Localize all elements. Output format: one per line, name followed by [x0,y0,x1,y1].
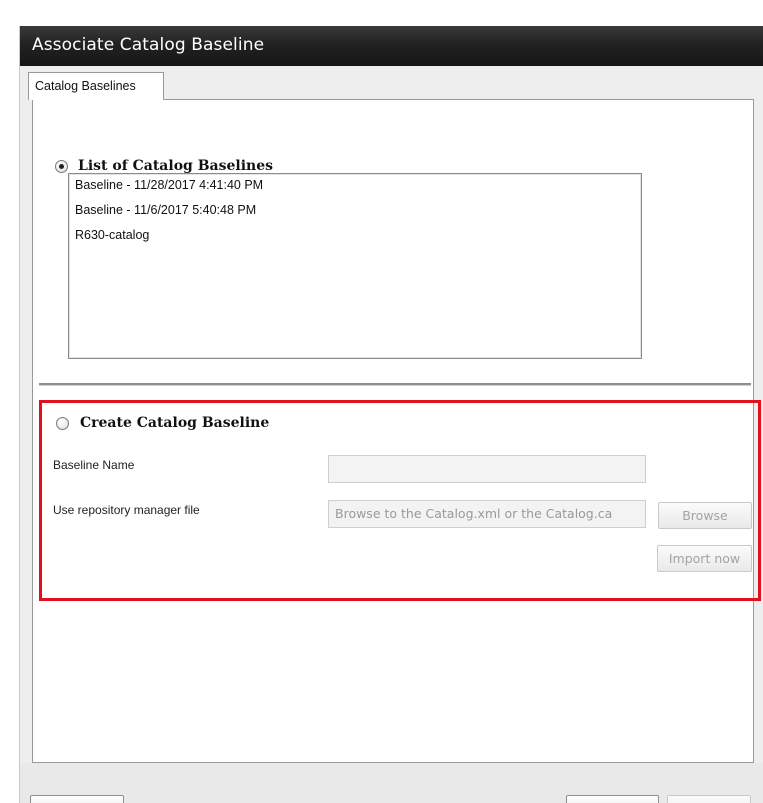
list-item[interactable]: Baseline - 11/6/2017 5:40:48 PM [75,203,256,217]
list-item[interactable]: Baseline - 11/28/2017 4:41:40 PM [75,178,263,192]
catalog-baselines-list[interactable]: Baseline - 11/28/2017 4:41:40 PM Baselin… [68,173,642,359]
finish-button[interactable]: Finish [667,795,751,803]
list-baselines-title: List of Catalog Baselines [78,158,273,174]
help-button[interactable]: Help [30,795,124,803]
section-divider [39,383,751,386]
dialog-titlebar[interactable]: Associate Catalog Baseline [20,26,763,66]
dialog-button-bar: Help Cancel Finish [20,763,763,803]
top-strip [0,0,763,18]
radio-selected-icon [59,164,64,169]
tab-catalog-baselines[interactable]: Catalog Baselines [28,72,164,100]
cancel-button[interactable]: Cancel [566,795,659,803]
list-baselines-radio[interactable] [55,160,68,173]
page: Associate Catalog Baseline Catalog Basel… [0,0,763,803]
list-item[interactable]: R630-catalog [75,228,149,242]
highlight-frame [39,400,761,601]
dialog-title: Associate Catalog Baseline [32,35,265,55]
tab-label: Catalog Baselines [35,79,136,93]
